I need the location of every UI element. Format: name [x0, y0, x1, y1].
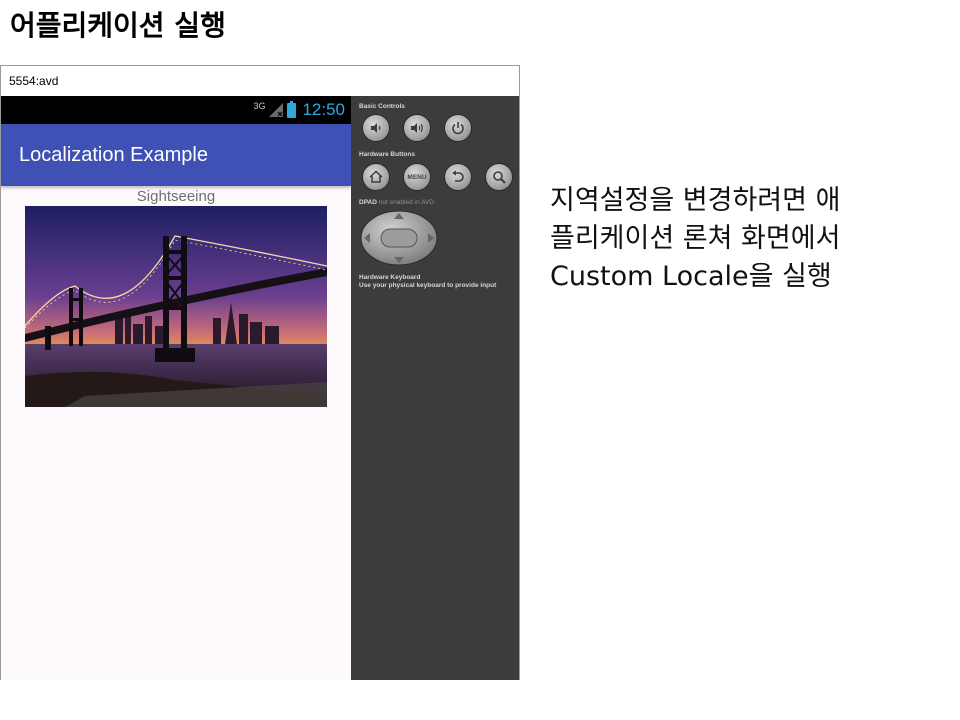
- basic-controls-label: Basic Controls: [359, 103, 405, 110]
- dpad-status: not enabled in AVD: [378, 199, 434, 206]
- app-title: Localization Example: [19, 144, 208, 166]
- network-type: 3G: [253, 101, 266, 111]
- search-button[interactable]: [485, 163, 513, 191]
- battery-charging-icon: [287, 100, 297, 118]
- signal-icon: [269, 103, 284, 117]
- hardware-keyboard-label: Hardware Keyboard: [359, 274, 421, 281]
- home-icon: [369, 170, 383, 183]
- instruction-note: 지역설정을 변경하려면 애 플리케이션 론쳐 화면에서 Custom Local…: [550, 182, 950, 296]
- search-icon: [493, 171, 506, 184]
- bridge-photo: [25, 206, 327, 407]
- power-icon: [452, 122, 464, 135]
- phone-screen[interactable]: 3G 12:50 Localization Example Sightseein…: [1, 96, 351, 680]
- volume-up-button[interactable]: [403, 114, 431, 142]
- status-bar: 3G 12:50: [1, 96, 351, 124]
- note-line: 플리케이션 론쳐 화면에서: [550, 223, 841, 254]
- back-button[interactable]: [444, 163, 472, 191]
- emulator-title-bar: 5554:avd: [1, 66, 519, 96]
- power-button[interactable]: [444, 114, 472, 142]
- app-toolbar: Localization Example: [1, 124, 351, 186]
- volume-up-icon: [411, 123, 423, 133]
- emulator-window: 5554:avd 3G 12:50 Localization Example S…: [0, 65, 520, 680]
- home-button[interactable]: [362, 163, 390, 191]
- back-icon: [452, 170, 464, 182]
- menu-button[interactable]: MENU: [403, 163, 431, 191]
- hardware-keyboard-info: Hardware Keyboard Use your physical keyb…: [359, 274, 496, 290]
- note-line: Custom Locale을 실행: [550, 261, 832, 292]
- status-clock: 12:50: [302, 100, 345, 119]
- dpad-label: DPAD not enabled in AVD: [359, 199, 434, 206]
- emulator-controls-panel: Basic Controls Hardware Buttons MENU DPA…: [351, 96, 519, 680]
- note-line: 지역설정을 변경하려면 애: [550, 185, 841, 216]
- menu-button-label: MENU: [407, 173, 427, 181]
- volume-down-icon: [371, 123, 381, 133]
- dpad[interactable]: [359, 209, 439, 267]
- hardware-buttons-label: Hardware Buttons: [359, 151, 415, 158]
- slide-title: 어플리케이션 실행: [10, 9, 226, 42]
- image-caption: Sightseeing: [136, 188, 216, 205]
- dpad-title: DPAD: [359, 199, 377, 206]
- volume-down-button[interactable]: [362, 114, 390, 142]
- keyboard-hint: Use your physical keyboard to provide in…: [359, 282, 497, 289]
